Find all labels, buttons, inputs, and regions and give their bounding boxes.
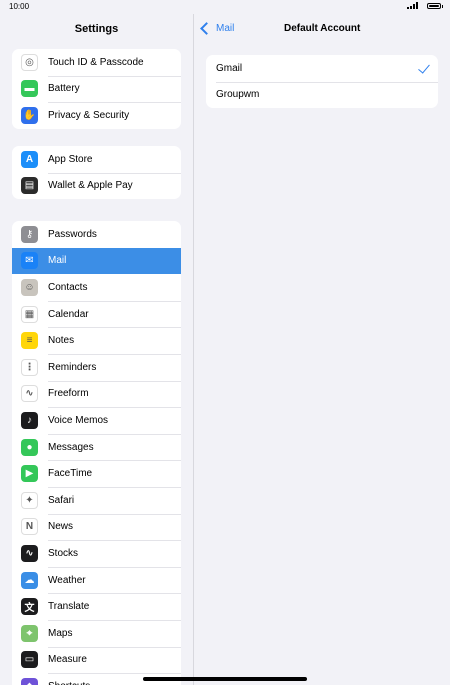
maps-icon: ⌖ xyxy=(21,624,38,642)
sidebar-item-label: Measure xyxy=(48,654,87,666)
account-option-groupwm[interactable]: Groupwm xyxy=(206,81,438,109)
freeform-icon: ∿ xyxy=(21,385,38,403)
status-time: 10:00 xyxy=(9,2,30,11)
translate-icon: 文 xyxy=(21,598,38,616)
app-store-icon: A xyxy=(21,150,38,168)
sidebar-item-label: Freeform xyxy=(48,388,89,400)
sidebar-item-label: Wallet & Apple Pay xyxy=(48,180,133,192)
sidebar-item-voice-memos[interactable]: ♪ Voice Memos xyxy=(12,407,181,434)
sidebar-item-wallet-apple-pay[interactable]: ▤ Wallet & Apple Pay xyxy=(12,172,181,200)
sidebar-item-label: App Store xyxy=(48,153,93,165)
home-indicator xyxy=(143,677,307,681)
sidebar-item-facetime[interactable]: ▶ FaceTime xyxy=(12,460,181,487)
sidebar-item-battery[interactable]: ▬ Battery xyxy=(12,75,181,103)
sidebar-item-contacts[interactable]: ☺ Contacts xyxy=(12,274,181,301)
sidebar-item-passwords[interactable]: ⚷ Passwords xyxy=(12,221,181,248)
sidebar-item-label: Touch ID & Passcode xyxy=(48,56,144,68)
sidebar-item-privacy-security[interactable]: ✋ Privacy & Security xyxy=(12,102,181,129)
safari-icon: ✦ xyxy=(21,491,38,509)
sidebar-item-touch-id-passcode[interactable]: ◎ Touch ID & Passcode xyxy=(12,49,181,76)
sidebar-item-stocks[interactable]: ∿ Stocks xyxy=(12,540,181,567)
sidebar-item-messages[interactable]: ● Messages xyxy=(12,433,181,461)
sidebar-title: Settings xyxy=(74,23,119,35)
sidebar-item-label: Safari xyxy=(48,494,75,506)
account-option-label: Groupwm xyxy=(216,89,260,101)
sidebar-item-mail[interactable]: ✉ Mail xyxy=(12,247,181,275)
wallet-icon: ▤ xyxy=(21,177,38,195)
calendar-icon: ▦ xyxy=(21,305,38,323)
sidebar-item-label: Stocks xyxy=(48,547,79,559)
sidebar-item-label: Notes xyxy=(48,335,75,347)
account-option-gmail[interactable]: Gmail xyxy=(206,55,438,82)
account-options-list: Gmail Groupwm xyxy=(206,55,438,108)
sidebar-item-label: Mail xyxy=(48,255,67,267)
chevron-left-icon xyxy=(200,22,213,35)
messages-icon: ● xyxy=(21,438,38,456)
stocks-icon: ∿ xyxy=(21,544,38,562)
sidebar-item-label: News xyxy=(48,521,74,533)
settings-group: A App Store ▤ Wallet & Apple Pay xyxy=(12,146,181,200)
weather-icon: ☁ xyxy=(21,571,38,589)
sidebar-item-label: Voice Memos xyxy=(48,414,109,426)
sidebar-item-label: Translate xyxy=(48,601,90,613)
sidebar-item-label: FaceTime xyxy=(48,468,93,480)
sidebar-item-label: Contacts xyxy=(48,281,88,293)
sidebar-item-label: Privacy & Security xyxy=(48,109,130,121)
sidebar-item-safari[interactable]: ✦ Safari xyxy=(12,486,181,514)
sidebar-item-label: Weather xyxy=(48,574,86,586)
news-icon: N xyxy=(21,518,38,536)
mail-icon: ✉ xyxy=(21,252,38,270)
voice-memos-icon: ♪ xyxy=(21,411,38,429)
sidebar-item-label: Battery xyxy=(48,83,80,95)
sidebar-item-measure[interactable]: ▭ Measure xyxy=(12,646,181,674)
measure-icon: ▭ xyxy=(21,651,38,669)
checkmark-icon xyxy=(418,61,430,74)
sidebar-item-app-store[interactable]: A App Store xyxy=(12,146,181,173)
sidebar-item-freeform[interactable]: ∿ Freeform xyxy=(12,380,181,408)
facetime-icon: ▶ xyxy=(21,465,38,483)
signal-icon xyxy=(407,2,418,9)
hand-icon: ✋ xyxy=(21,106,38,124)
sidebar-item-label: Passwords xyxy=(48,228,97,240)
settings-sidebar: Settings ◎ Touch ID & Passcode ▬ Battery ✋ Pr… xyxy=(0,14,194,685)
sidebar-item-label: Reminders xyxy=(48,361,97,373)
sidebar-item-translate[interactable]: 文 Translate xyxy=(12,593,181,620)
sidebar-item-label: Shortcuts xyxy=(48,681,90,685)
sidebar-item-weather[interactable]: ☁ Weather xyxy=(12,566,181,594)
sidebar-item-label: Maps xyxy=(48,627,73,639)
notes-icon: ≡ xyxy=(21,332,38,350)
sidebar-item-maps[interactable]: ⌖ Maps xyxy=(12,619,181,647)
account-option-label: Gmail xyxy=(216,62,243,74)
detail-header: Mail Default Account xyxy=(194,14,450,46)
sidebar-item-calendar[interactable]: ▦ Calendar xyxy=(12,300,181,328)
sidebar-item-news[interactable]: N News xyxy=(12,513,181,541)
sidebar-item-label: Messages xyxy=(48,441,94,453)
status-bar: 10:00 xyxy=(0,0,450,14)
sidebar-item-notes[interactable]: ≡ Notes xyxy=(12,327,181,354)
shortcuts-icon: ◆ xyxy=(21,677,38,685)
key-icon: ⚷ xyxy=(21,225,38,243)
fingerprint-icon: ◎ xyxy=(21,53,38,71)
battery-icon: ▬ xyxy=(21,80,38,98)
back-button[interactable]: Mail xyxy=(200,22,235,35)
sidebar-item-reminders[interactable]: ⋮ Reminders xyxy=(12,353,181,381)
settings-group: ◎ Touch ID & Passcode ▬ Battery ✋ Privacy & S… xyxy=(12,49,181,129)
settings-group: ⚷ Passwords ✉ Mail ☺ Contacts ▦ Calendar ≡ Notes ⋮… xyxy=(12,221,181,685)
sidebar-item-label: Calendar xyxy=(48,308,89,320)
page-title: Default Account xyxy=(284,23,361,34)
contacts-icon: ☺ xyxy=(21,278,38,296)
battery-status-icon xyxy=(427,2,443,9)
reminders-icon: ⋮ xyxy=(21,358,38,376)
back-label: Mail xyxy=(216,23,235,34)
